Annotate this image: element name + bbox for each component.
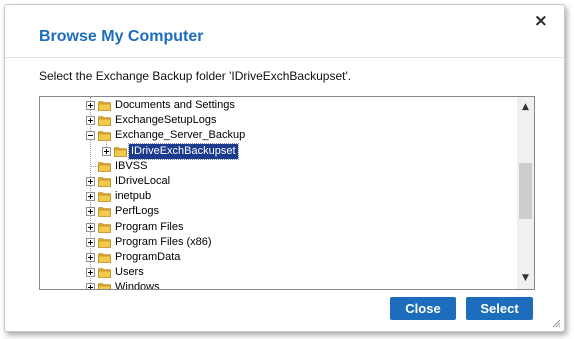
tree-item-label: PerfLogs: [115, 205, 160, 218]
tree-item[interactable]: PerfLogs: [40, 204, 517, 219]
tree-scrollbar[interactable]: ▲ ▼: [517, 97, 534, 289]
tree-item-label: IDriveLocal: [115, 175, 171, 187]
expand-icon[interactable]: [86, 192, 95, 202]
tree-rows: Documents and Settings ExchangeSetupLogs E…: [40, 97, 517, 289]
expand-icon[interactable]: [86, 116, 95, 126]
folder-icon: [98, 253, 111, 263]
folder-icon: [98, 131, 111, 142]
tree-item-label: ProgramData: [115, 251, 181, 263]
tree-item[interactable]: ProgramData: [40, 250, 517, 265]
tree-item[interactable]: inetpub: [40, 189, 517, 204]
tree-item-label: Documents and Settings: [115, 99, 235, 111]
tree-item[interactable]: Exchange_Server_Backup: [40, 128, 517, 143]
scroll-up-arrow-icon[interactable]: ▲: [517, 99, 534, 116]
expand-icon[interactable]: [86, 237, 95, 247]
folder-icon: [98, 161, 111, 172]
tree-item[interactable]: Program Files: [40, 220, 517, 235]
tree-item-label: Exchange_Server_Backup: [115, 129, 246, 142]
close-button[interactable]: Close: [390, 297, 456, 320]
dialog-title: Browse My Computer: [39, 28, 204, 45]
expand-icon[interactable]: [86, 268, 95, 278]
tree-item-label: Program Files: [115, 220, 184, 233]
scroll-down-arrow-icon[interactable]: ▼: [517, 270, 534, 287]
folder-icon: [114, 146, 127, 157]
expand-icon[interactable]: [86, 222, 95, 232]
folder-icon: [98, 268, 111, 278]
tree-item[interactable]: Windows: [40, 280, 517, 290]
tree-item-label: inetpub: [115, 190, 152, 203]
scroll-thumb[interactable]: [519, 163, 532, 219]
folder-icon: [98, 116, 111, 126]
collapse-icon[interactable]: [86, 131, 95, 141]
instruction-text: Select the Exchange Backup folder 'IDriv…: [39, 69, 352, 83]
expand-icon[interactable]: [102, 146, 111, 156]
expand-icon[interactable]: [86, 207, 95, 217]
tree-item-label: ExchangeSetupLogs: [115, 114, 217, 127]
expand-icon[interactable]: [86, 283, 95, 289]
browse-dialog: × Browse My Computer Select the Exchange…: [4, 4, 565, 332]
tree-item[interactable]: Program Files (x86): [40, 235, 517, 250]
tree-item-label: Program Files (x86): [115, 235, 212, 248]
expand-icon[interactable]: [86, 177, 95, 186]
folder-icon: [98, 237, 111, 248]
tree-item-label: IBVSS: [115, 159, 148, 172]
resize-grip-icon[interactable]: [551, 318, 561, 328]
tree-item-label: IDriveExchBackupset: [128, 142, 239, 160]
tree-item[interactable]: Users: [40, 265, 517, 280]
folder-icon: [98, 177, 111, 187]
tree-item-label: Users: [115, 266, 144, 279]
tree-item[interactable]: IDriveExchBackupset: [40, 142, 517, 160]
tree-item-label: Windows: [115, 281, 160, 290]
title-divider: [5, 57, 564, 58]
folder-icon: [98, 101, 111, 111]
tree-item[interactable]: Documents and Settings: [40, 98, 517, 113]
expand-icon[interactable]: [86, 101, 95, 110]
folder-tree[interactable]: Documents and Settings ExchangeSetupLogs E…: [39, 96, 535, 290]
folder-icon: [98, 207, 111, 218]
tree-item[interactable]: IBVSS: [40, 159, 517, 174]
close-icon[interactable]: ×: [534, 13, 548, 30]
folder-icon: [98, 283, 111, 289]
tree-item[interactable]: ExchangeSetupLogs: [40, 113, 517, 128]
folder-icon: [98, 192, 111, 202]
select-button[interactable]: Select: [466, 297, 533, 320]
folder-icon: [98, 222, 111, 233]
expand-icon[interactable]: [86, 253, 95, 262]
tree-item[interactable]: IDriveLocal: [40, 174, 517, 189]
